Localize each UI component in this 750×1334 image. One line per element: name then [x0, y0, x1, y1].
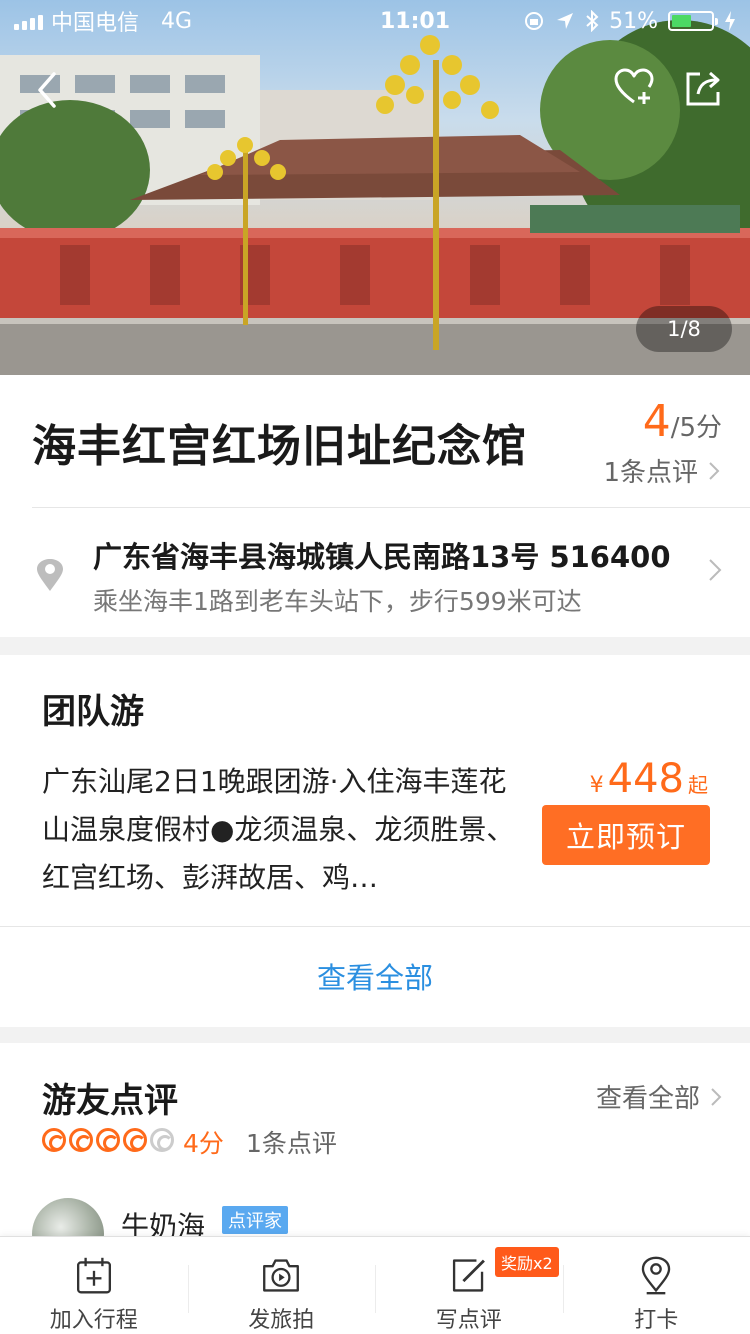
post-travel-photo-button[interactable]: 发旅拍	[187, 1237, 376, 1334]
review-count: 1条点评	[246, 1129, 337, 1158]
divider	[0, 926, 750, 927]
review-count-link[interactable]: 1条点评	[603, 452, 720, 489]
battery-icon	[668, 11, 718, 31]
write-review-button[interactable]: 写点评 奖励x2	[375, 1237, 563, 1334]
view-all-reviews-label: 查看全部	[595, 1084, 700, 1114]
rating-star-filled-icon	[69, 1128, 93, 1152]
rating-star-filled-icon	[123, 1128, 147, 1152]
section-title-reviews: 游友点评	[42, 1081, 178, 1121]
add-to-itinerary-button[interactable]: 加入行程	[0, 1237, 188, 1334]
tab-label: 写点评	[435, 1308, 502, 1333]
back-button[interactable]	[30, 68, 66, 112]
tour-price: ¥ 448 起	[590, 756, 708, 802]
price-suffix: 起	[688, 773, 708, 797]
view-all-tours-link[interactable]: 查看全部	[0, 955, 750, 997]
camera-icon	[263, 1259, 300, 1292]
chevron-right-icon	[709, 559, 722, 581]
chevron-right-icon	[711, 1087, 722, 1106]
check-in-button[interactable]: 打卡	[562, 1237, 750, 1334]
book-now-button[interactable]: 立即预订	[542, 805, 710, 865]
tour-description[interactable]: 广东汕尾2日1晚跟团游·入住海丰莲花山温泉度假村●龙须温泉、龙须胜景、红宫红场、…	[42, 758, 522, 902]
carrier-label: 中国电信	[51, 11, 140, 36]
tab-label: 发旅拍	[248, 1308, 315, 1333]
rating-suffix: /5分	[670, 413, 722, 443]
rating-score-label: 4分	[183, 1129, 224, 1158]
photo-counter: 1/8	[636, 306, 732, 352]
review-count-label: 1条点评	[603, 458, 698, 488]
section-title-group-tour: 团队游	[42, 692, 144, 732]
bluetooth-icon	[586, 10, 599, 32]
status-bar: 中国电信 4G 11:01 51%	[0, 0, 750, 42]
reward-badge: 奖励x2	[495, 1247, 559, 1277]
rating-stars	[42, 1128, 174, 1152]
reviewer-badge: 点评家	[222, 1206, 288, 1234]
divider	[32, 507, 750, 508]
rating-score: 4 /5分	[643, 396, 722, 447]
price-currency: ¥	[589, 773, 604, 798]
transit-directions: 乘坐海丰1路到老车头站下，步行599米可达	[93, 587, 582, 616]
address-text: 广东省海丰县海城镇人民南路13号 516400	[93, 540, 671, 574]
signal-icon	[14, 12, 43, 30]
network-label: 4G	[161, 8, 193, 34]
location-pin-icon	[642, 1256, 671, 1295]
hero-photo[interactable]: 中国电信 4G 11:01 51% 1/8	[0, 0, 750, 375]
rating-value: 4	[642, 396, 671, 447]
battery-percent: 51%	[609, 8, 658, 34]
calendar-plus-icon	[76, 1257, 111, 1294]
rating-star-filled-icon	[96, 1128, 120, 1152]
location-arrow-icon	[557, 13, 574, 29]
rating-star-filled-icon	[42, 1128, 66, 1152]
edit-icon	[452, 1259, 485, 1292]
view-all-reviews-link[interactable]: 查看全部	[596, 1078, 722, 1115]
bottom-action-bar: 加入行程 发旅拍 写点评 奖励x2 打卡	[0, 1236, 750, 1334]
chevron-right-icon	[709, 461, 720, 480]
share-icon[interactable]	[684, 68, 724, 108]
rotation-lock-icon	[525, 12, 544, 30]
rating-star-empty-icon	[150, 1128, 174, 1152]
price-amount: 448	[607, 756, 684, 802]
charging-icon	[725, 11, 735, 31]
location-pin-icon	[37, 559, 63, 591]
tab-label: 加入行程	[49, 1308, 138, 1333]
tab-label: 打卡	[634, 1308, 679, 1333]
page-title: 海丰红宫红场旧址纪念馆	[32, 421, 527, 472]
favorite-add-icon[interactable]	[614, 68, 654, 108]
clock: 11:01	[379, 8, 451, 34]
